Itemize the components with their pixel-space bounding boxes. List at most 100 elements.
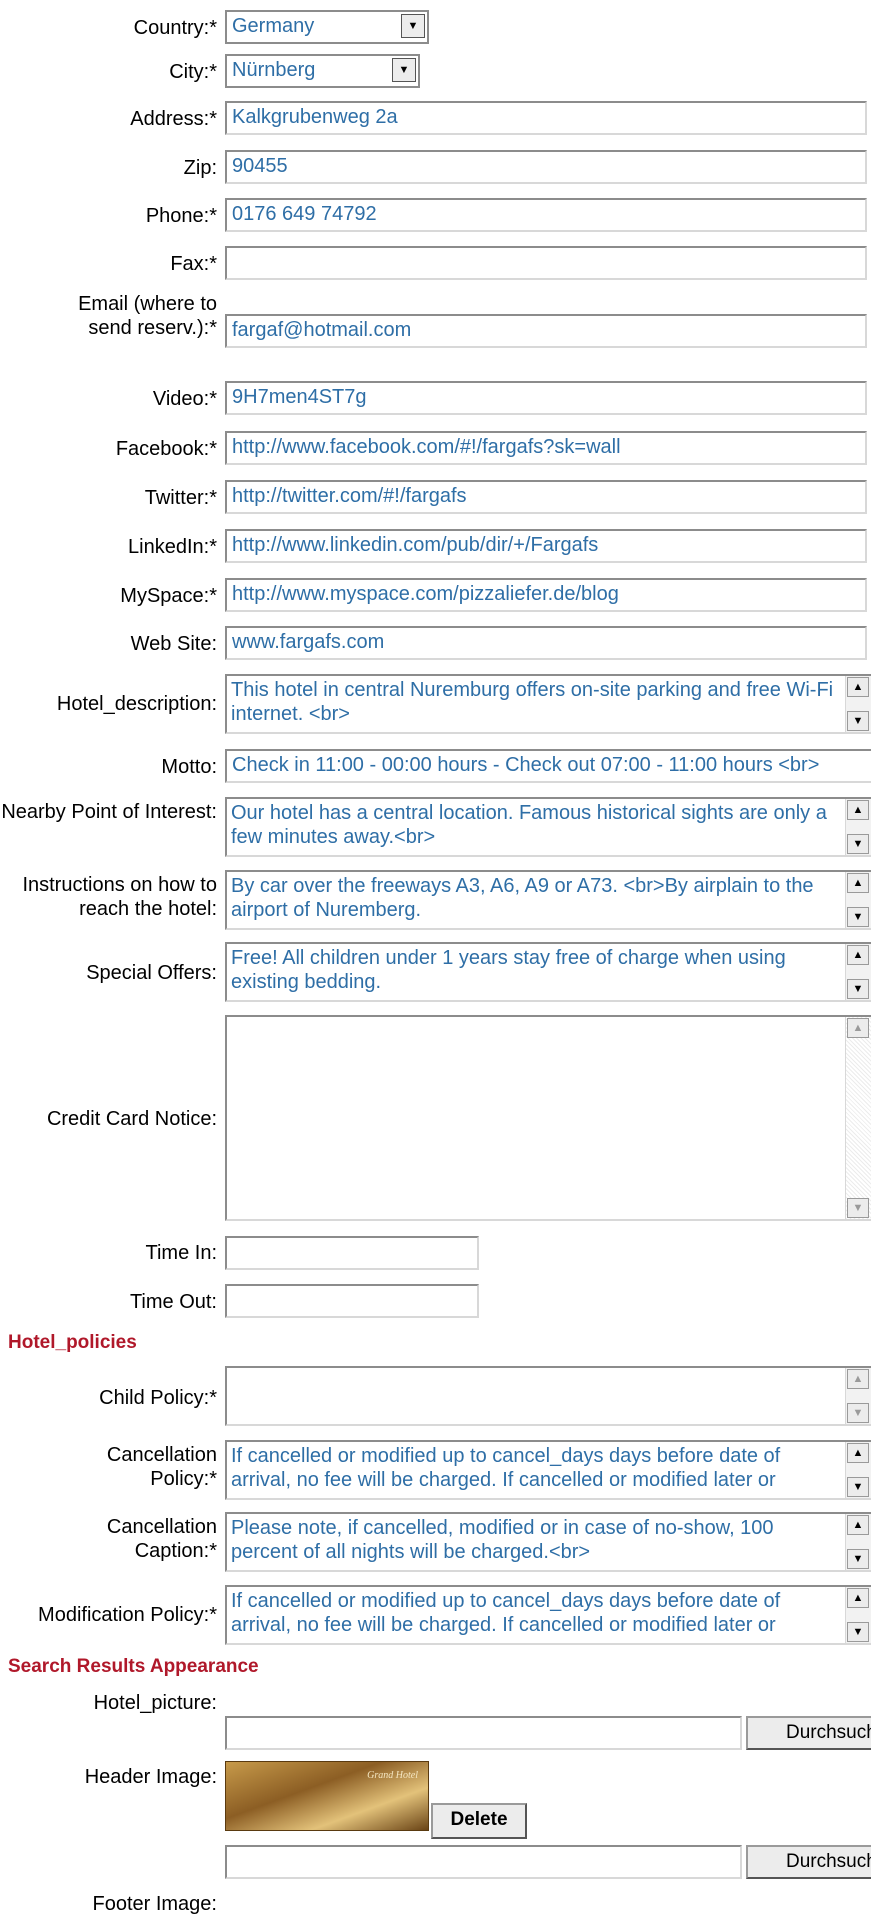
country-value: Germany (232, 15, 315, 37)
video-label: Video:* (152, 388, 217, 410)
website-label: Web Site: (130, 633, 217, 655)
scroll-up-icon[interactable]: ▲ (847, 800, 869, 820)
hotel-description-textarea[interactable]: This hotel in central Nuremburg offers o… (225, 674, 871, 734)
scrollbar[interactable]: ▲ ▼ (845, 676, 871, 732)
address-input[interactable]: Kalkgrubenweg 2a (225, 101, 867, 135)
instructions-text: By car over the freeways A3, A6, A9 or A… (231, 875, 814, 921)
special-offers-text: Free! All children under 1 years stay fr… (231, 947, 786, 993)
zip-label: Zip: (183, 157, 217, 179)
facebook-label: Facebook:* (115, 438, 217, 460)
scroll-down-icon[interactable]: ▼ (847, 711, 869, 731)
fax-input[interactable] (225, 246, 867, 280)
scroll-down-icon[interactable]: ▼ (847, 1622, 869, 1642)
scroll-down-icon[interactable]: ▼ (847, 1477, 869, 1497)
scroll-up-icon[interactable]: ▲ (847, 1018, 869, 1038)
scroll-up-icon[interactable]: ▲ (847, 873, 869, 893)
time-out-input[interactable] (225, 1284, 479, 1318)
phone-input[interactable]: 0176 649 74792 (225, 198, 867, 232)
header-image-browse-button[interactable]: Durchsuchen... (746, 1845, 871, 1879)
credit-card-notice-textarea[interactable]: ▲ ▼ (225, 1015, 871, 1221)
scroll-down-icon[interactable]: ▼ (847, 907, 869, 927)
website-input[interactable]: www.fargafs.com (225, 626, 867, 660)
child-policy-label: Child Policy:* (99, 1387, 217, 1409)
instructions-textarea[interactable]: By car over the freeways A3, A6, A9 or A… (225, 870, 871, 930)
header-image-label: Header Image: (84, 1766, 217, 1788)
scroll-down-icon[interactable]: ▼ (847, 834, 869, 854)
twitter-label: Twitter:* (144, 487, 217, 509)
hotel-picture-label: Hotel_picture: (93, 1692, 217, 1714)
zip-input[interactable]: 90455 (225, 150, 867, 184)
special-offers-textarea[interactable]: Free! All children under 1 years stay fr… (225, 942, 871, 1002)
myspace-input[interactable]: http://www.myspace.com/pizzaliefer.de/bl… (225, 578, 867, 612)
scroll-down-icon[interactable]: ▼ (847, 1403, 869, 1423)
city-label: City:* (169, 61, 217, 83)
search-results-heading: Search Results Appearance (8, 1656, 259, 1677)
address-label: Address:* (130, 108, 217, 130)
motto-label: Motto: (161, 756, 217, 778)
country-select[interactable]: Germany ▼ (225, 10, 429, 44)
twitter-input[interactable]: http://twitter.com/#!/fargafs (225, 480, 867, 514)
motto-input[interactable]: Check in 11:00 - 00:00 hours - Check out… (225, 749, 871, 783)
header-image-thumbnail: Grand Hotel (225, 1761, 429, 1831)
credit-card-notice-label: Credit Card Notice: (46, 1108, 217, 1130)
footer-image-label: Footer Image: (92, 1893, 217, 1915)
modification-policy-textarea[interactable]: If cancelled or modified up to cancel_da… (225, 1585, 871, 1645)
video-input[interactable]: 9H7men4ST7g (225, 381, 867, 415)
linkedin-label: LinkedIn:* (128, 536, 217, 558)
facebook-input[interactable]: http://www.facebook.com/#!/fargafs?sk=wa… (225, 431, 867, 465)
time-out-label: Time Out: (129, 1291, 217, 1313)
scrollbar[interactable]: ▲ ▼ (845, 1442, 871, 1498)
city-value: Nürnberg (232, 59, 316, 81)
header-image-logo-text: Grand Hotel (367, 1770, 418, 1781)
scrollbar[interactable]: ▲ ▼ (845, 1514, 871, 1570)
hotel-description-text: This hotel in central Nuremburg offers o… (231, 679, 834, 725)
cancellation-policy-label: Cancellation Policy:* (106, 1444, 217, 1490)
fax-label: Fax:* (170, 253, 217, 275)
scroll-up-icon[interactable]: ▲ (847, 677, 869, 697)
scrollbar[interactable]: ▲ ▼ (845, 1587, 871, 1643)
modification-policy-text: If cancelled or modified up to cancel_da… (231, 1590, 781, 1636)
country-label: Country:* (133, 17, 217, 39)
email-input[interactable]: fargaf@hotmail.com (225, 314, 867, 348)
child-policy-textarea[interactable]: ▲ ▼ (225, 1366, 871, 1426)
scrollbar[interactable]: ▲ ▼ (845, 799, 871, 855)
time-in-label: Time In: (145, 1242, 218, 1264)
special-offers-label: Special Offers: (86, 962, 217, 984)
cancellation-policy-textarea[interactable]: If cancelled or modified up to cancel_da… (225, 1440, 871, 1500)
scroll-up-icon[interactable]: ▲ (847, 1443, 869, 1463)
myspace-label: MySpace:* (120, 585, 217, 607)
hotel-picture-browse-button[interactable]: Durchsuchen... (746, 1716, 871, 1750)
scrollbar[interactable]: ▲ ▼ (845, 944, 871, 1000)
nearby-textarea[interactable]: Our hotel has a central location. Famous… (225, 797, 871, 857)
scrollbar[interactable]: ▲ ▼ (845, 872, 871, 928)
scrollbar[interactable]: ▲ ▼ (845, 1017, 871, 1219)
scroll-down-icon[interactable]: ▼ (847, 979, 869, 999)
linkedin-input[interactable]: http://www.linkedin.com/pub/dir/+/Fargaf… (225, 529, 867, 563)
scroll-down-icon[interactable]: ▼ (847, 1549, 869, 1569)
hotel-policies-heading: Hotel_policies (8, 1332, 137, 1353)
hotel-picture-file-input[interactable] (225, 1716, 742, 1750)
delete-button[interactable]: Delete (431, 1803, 527, 1839)
scrollbar[interactable]: ▲ ▼ (845, 1368, 871, 1424)
chevron-down-icon[interactable]: ▼ (392, 58, 416, 82)
modification-policy-label: Modification Policy:* (38, 1604, 217, 1626)
hotel-description-label: Hotel_description: (56, 693, 217, 715)
time-in-input[interactable] (225, 1236, 479, 1270)
cancellation-caption-text: Please note, if cancelled, modified or i… (231, 1517, 774, 1563)
scroll-down-icon[interactable]: ▼ (847, 1198, 869, 1218)
cancellation-policy-text: If cancelled or modified up to cancel_da… (231, 1445, 781, 1491)
scroll-up-icon[interactable]: ▲ (847, 1588, 869, 1608)
cancellation-caption-textarea[interactable]: Please note, if cancelled, modified or i… (225, 1512, 871, 1572)
header-image-file-input[interactable] (225, 1845, 742, 1879)
scroll-up-icon[interactable]: ▲ (847, 1369, 869, 1389)
nearby-text: Our hotel has a central location. Famous… (231, 802, 827, 848)
chevron-down-icon[interactable]: ▼ (401, 14, 425, 38)
nearby-label: Nearby Point of Interest: (1, 801, 217, 823)
city-select[interactable]: Nürnberg ▼ (225, 54, 420, 88)
scroll-up-icon[interactable]: ▲ (847, 945, 869, 965)
phone-label: Phone:* (145, 205, 217, 227)
scroll-up-icon[interactable]: ▲ (847, 1515, 869, 1535)
cancellation-caption-label: Cancellation Caption:* (106, 1516, 217, 1562)
email-label: Email (where to send reserv.):* (78, 293, 217, 339)
instructions-label: Instructions on how to reach the hotel: (22, 874, 217, 920)
